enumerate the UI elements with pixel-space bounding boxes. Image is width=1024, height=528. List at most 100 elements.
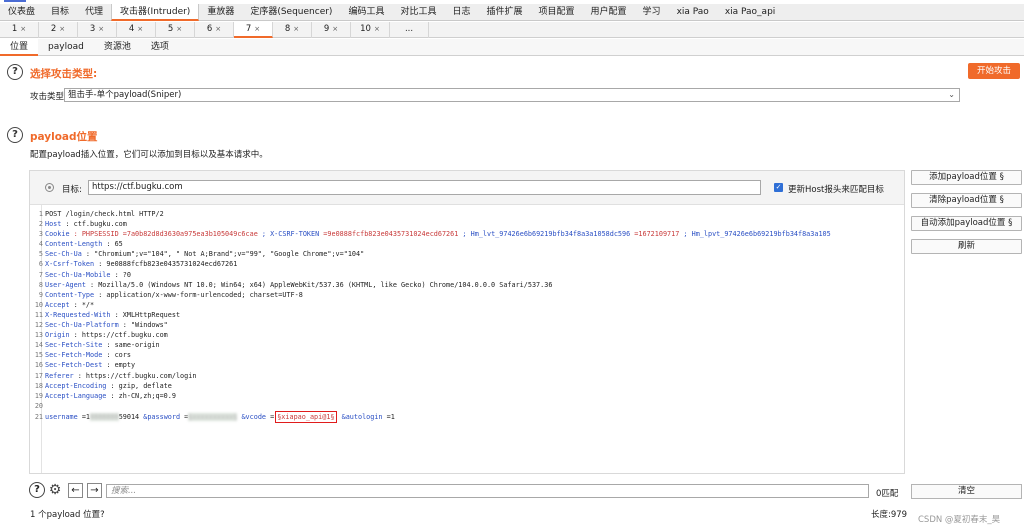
attack-tab-label: 7: [245, 24, 252, 34]
attack-type-title: 选择攻击类型:: [30, 68, 98, 80]
help-icon[interactable]: ?: [7, 127, 23, 143]
target-row: 目标: https://ctf.bugku.com ✓ 更新Host报头来匹配目…: [30, 171, 904, 205]
update-host-checkbox[interactable]: ✓: [774, 183, 783, 192]
attack-tab-label: 10: [360, 24, 371, 34]
tab-proxy[interactable]: 代理: [77, 4, 111, 21]
clear-button[interactable]: 清空: [911, 484, 1022, 499]
request-line: 2 Host : ctf.bugku.com: [38, 220, 127, 229]
refresh-button[interactable]: 刷新: [911, 239, 1022, 254]
request-line: 4 Content-Length : 65: [38, 240, 123, 249]
gear-icon[interactable]: ⚙: [47, 482, 63, 498]
request-line: 12 Sec-Ch-Ua-Platform : "Windows": [34, 321, 168, 330]
add-payload-position-button[interactable]: 添加payload位置 §: [911, 170, 1022, 185]
request-length: 长度:979: [871, 510, 908, 520]
help-icon[interactable]: ?: [29, 482, 45, 498]
search-input[interactable]: 搜索...: [106, 484, 869, 498]
tab-xia-pao-api[interactable]: xia Pao_api: [717, 4, 783, 21]
forward-arrow-icon[interactable]: →: [87, 483, 102, 498]
attack-tab-6[interactable]: 6 ×: [195, 22, 234, 38]
redacted-text: §xxxxxxxxxx§: [188, 412, 238, 421]
tab-learn[interactable]: 学习: [635, 4, 669, 21]
request-line: 13 Origin : https://ctf.bugku.com: [34, 331, 168, 340]
attack-tab-label: 9: [323, 24, 330, 34]
tab-positions[interactable]: 位置: [0, 39, 39, 56]
request-line: 9 Content-Type : application/x-www-form-u…: [38, 290, 303, 299]
attack-tab-label: 4: [128, 24, 135, 34]
attack-tab-label: 5: [167, 24, 174, 34]
request-editor[interactable]: 目标: https://ctf.bugku.com ✓ 更新Host报头来匹配目…: [29, 170, 905, 474]
help-icon[interactable]: ?: [7, 64, 23, 80]
attack-tab-8[interactable]: 8 ×: [273, 22, 312, 38]
tab-user-options[interactable]: 用户配置: [583, 4, 635, 21]
request-line: 16 Sec-Fetch-Dest : empty: [34, 361, 136, 370]
request-line: 5 Sec-Ch-Ua : "Chromium";v="104", " Not A…: [38, 250, 365, 259]
clear-payload-positions-button[interactable]: 清除payload位置 §: [911, 193, 1022, 208]
payload-marker-highlight: §xiapao_api@1§: [275, 410, 337, 423]
attack-tab-label: 8: [284, 24, 291, 34]
tab-comparer[interactable]: 对比工具: [392, 4, 444, 21]
target-input[interactable]: https://ctf.bugku.com: [88, 180, 761, 195]
request-line: 18 Accept-Encoding : gzip, deflate: [34, 381, 172, 390]
tab-xia-pao[interactable]: xia Pao: [669, 4, 717, 21]
attack-tab-7[interactable]: 7 ×: [234, 22, 273, 38]
attack-tab-more[interactable]: ...: [390, 22, 429, 38]
attack-tab-2[interactable]: 2 ×: [39, 22, 78, 38]
close-icon[interactable]: ×: [20, 22, 26, 38]
request-line: 14 Sec-Fetch-Site : same-origin: [34, 341, 160, 350]
tab-decoder[interactable]: 编码工具: [340, 4, 392, 21]
request-line: 3 Cookie : PHPSESSID =7a0b82d8d3630a975ea…: [38, 230, 831, 239]
tab-options[interactable]: 选项: [141, 39, 179, 56]
payload-positions-title: payload位置: [30, 131, 98, 143]
back-arrow-icon[interactable]: ←: [68, 483, 83, 498]
close-icon[interactable]: ×: [59, 22, 65, 38]
request-line: 11 X-Requested-With : XMLHttpRequest: [34, 310, 181, 319]
tab-intruder[interactable]: 攻击器(Intruder): [111, 4, 200, 21]
tab-sequencer[interactable]: 定序器(Sequencer): [242, 4, 340, 21]
attack-type-select[interactable]: 狙击手-单个payload(Sniper) ⌄: [64, 88, 960, 102]
attack-tab-label: 2: [50, 24, 57, 34]
tab-extensions[interactable]: 插件扩展: [479, 4, 531, 21]
close-icon[interactable]: ×: [176, 22, 182, 38]
target-crosshair-icon: [45, 183, 54, 192]
close-icon[interactable]: ×: [374, 22, 380, 38]
tab-logger[interactable]: 日志: [444, 4, 478, 21]
request-body[interactable]: 1 POST /login/check.html HTTP/2 2 Host : c…: [30, 209, 904, 424]
attack-type-label: 攻击类型:: [30, 92, 67, 102]
start-attack-button[interactable]: 开始攻击: [968, 63, 1020, 79]
tab-payloads[interactable]: payload: [38, 39, 94, 56]
close-icon[interactable]: ×: [254, 22, 260, 36]
close-icon[interactable]: ×: [293, 22, 299, 38]
attack-tab-10[interactable]: 10 ×: [351, 22, 390, 38]
attack-tab-1[interactable]: 1 ×: [0, 22, 39, 38]
request-line: 1 POST /login/check.html HTTP/2: [38, 210, 164, 218]
attack-tab-5[interactable]: 5 ×: [156, 22, 195, 38]
intruder-config-tabs: 位置 payload 资源池 选项: [0, 39, 1024, 56]
attack-tab-9[interactable]: 9 ×: [312, 22, 351, 38]
request-line: 10 Accept : */*: [34, 300, 95, 309]
chevron-down-icon: ⌄: [948, 90, 955, 99]
close-icon[interactable]: ×: [137, 22, 143, 38]
tab-dashboard[interactable]: 仪表盘: [0, 4, 43, 21]
request-line: 6 X-Csrf-Token : 9e0888fcfb823e0435731024…: [38, 260, 238, 269]
update-host-label: 更新Host报头来匹配目标: [788, 185, 884, 195]
intruder-attack-tabs: 1 × 2 × 3 × 4 × 5 × 6 × 7 × 8 × 9 × 10 × ...: [0, 22, 1024, 38]
tab-resource-pool[interactable]: 资源池: [94, 39, 141, 56]
request-line: 20: [34, 401, 43, 410]
attack-type-value: 狙击手-单个payload(Sniper): [68, 90, 182, 100]
search-bar: ? ⚙ ← → 搜索... 0匹配: [0, 481, 1024, 501]
tab-repeater[interactable]: 重放器: [199, 4, 242, 21]
auto-add-payload-positions-button[interactable]: 自动添加payload位置 §: [911, 216, 1022, 231]
request-line: 7 Sec-Ch-Ua-Mobile : ?0: [38, 270, 131, 279]
request-line: 15 Sec-Fetch-Mode : cors: [34, 351, 131, 360]
attack-tab-label: 1: [11, 24, 18, 34]
request-line: 19 Accept-Language : zh-CN,zh;q=0.9: [34, 391, 176, 400]
attack-tab-3[interactable]: 3 ×: [78, 22, 117, 38]
payload-positions-description: 配置payload插入位置，它们可以添加到目标以及基本请求中。: [30, 150, 268, 160]
tab-target[interactable]: 目标: [43, 4, 77, 21]
attack-tab-4[interactable]: 4 ×: [117, 22, 156, 38]
close-icon[interactable]: ×: [215, 22, 221, 38]
close-icon[interactable]: ×: [332, 22, 338, 38]
payload-positions-count: 1 个payload 位置?: [30, 510, 105, 520]
close-icon[interactable]: ×: [98, 22, 104, 38]
tab-project-options[interactable]: 项目配置: [531, 4, 583, 21]
